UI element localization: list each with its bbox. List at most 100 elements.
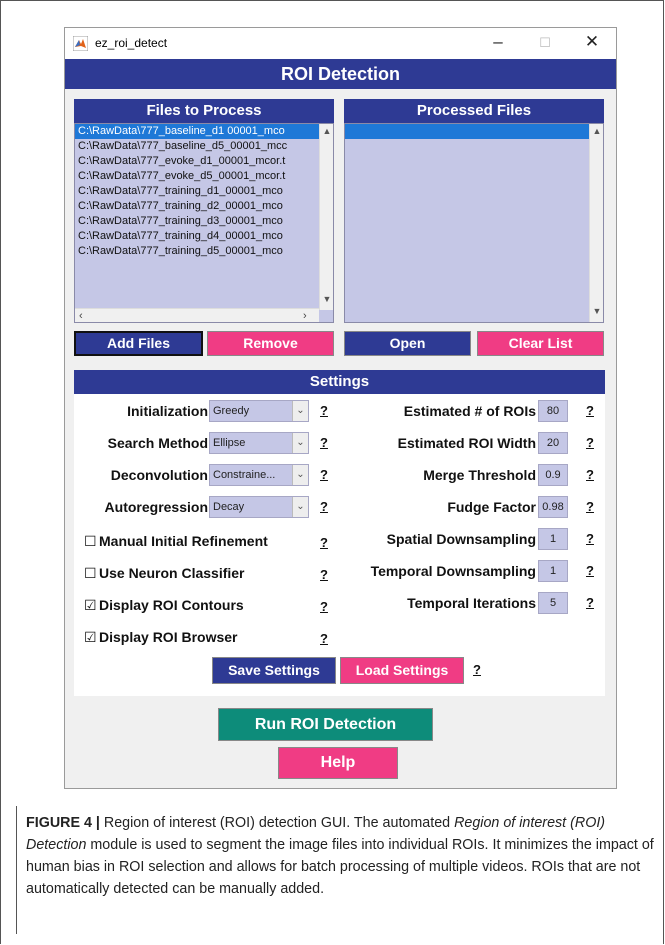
deconvolution-label: Deconvolution [110,467,208,483]
manual-initial-refinement-checkbox[interactable]: ☐ Manual Initial Refinement [84,533,268,550]
chevron-down-icon[interactable]: ⌄ [292,465,308,485]
list-item[interactable]: C:\RawData\777_baseline_d5_00001_mcc [75,139,319,154]
minimize-button[interactable]: – [483,32,513,52]
processed-vertical-scrollbar[interactable]: ▲ ▼ [589,124,603,322]
estimated-rois-input[interactable]: 80 [538,400,568,422]
list-item[interactable]: C:\RawData\777_training_d4_00001_mco [75,229,319,244]
remove-button[interactable]: Remove [207,331,334,356]
list-item[interactable]: C:\RawData\777_evoke_d5_00001_mcor.t [75,169,319,184]
checkbox-label: Display ROI Browser [99,629,238,645]
manual-refinement-help-button[interactable]: ? [317,534,331,552]
search-method-select[interactable]: Ellipse ⌄ [209,432,309,454]
temporal-iterations-help-button[interactable]: ? [583,594,597,612]
checkbox-label: Use Neuron Classifier [99,565,245,581]
settings-help-button[interactable]: ? [470,661,484,679]
chevron-down-icon[interactable]: ⌄ [292,433,308,453]
list-item[interactable]: C:\RawData\777_baseline_d1 00001_mco [75,124,319,139]
deconvolution-help-button[interactable]: ? [317,466,331,484]
files-horizontal-scrollbar[interactable]: ‹ › [75,308,319,322]
initialization-value: Greedy [213,405,250,417]
search-method-help-button[interactable]: ? [317,434,331,452]
caption-text-2: module is used to segment the image file… [26,837,654,897]
scroll-up-icon[interactable]: ▲ [320,126,333,136]
checkbox-icon[interactable]: ☑ [84,629,97,646]
settings-header: Settings [74,370,605,394]
estimated-rois-label: Estimated # of ROIs [403,403,536,419]
list-item[interactable]: C:\RawData\777_training_d1_00001_mco [75,184,319,199]
checkbox-label: Manual Initial Refinement [99,533,268,549]
list-item[interactable]: C:\RawData\777_training_d2_00001_mco [75,199,319,214]
scroll-right-icon[interactable]: › [303,309,307,322]
checkbox-icon[interactable]: ☐ [84,565,97,582]
autoregression-label: Autoregression [104,499,208,515]
temporal-downsampling-label: Temporal Downsampling [370,563,536,579]
processed-listbox[interactable]: ▲ ▼ [344,123,604,323]
list-item[interactable]: C:\RawData\777_evoke_d1_00001_mcor.t [75,154,319,169]
list-item[interactable] [345,124,589,139]
clear-list-button[interactable]: Clear List [477,331,604,356]
neuron-classifier-help-button[interactable]: ? [317,566,331,584]
run-roi-detection-button[interactable]: Run ROI Detection [218,708,433,741]
display-roi-contours-checkbox[interactable]: ☑ Display ROI Contours [84,597,244,614]
close-button[interactable]: ✕ [577,32,607,52]
fudge-factor-label: Fudge Factor [447,499,536,515]
autoregression-select[interactable]: Decay ⌄ [209,496,309,518]
search-method-value: Ellipse [213,437,246,449]
maximize-button[interactable]: ☐ [530,35,560,51]
roi-contours-help-button[interactable]: ? [317,598,331,616]
search-method-label: Search Method [107,435,208,451]
figure-label: FIGURE 4 | [26,815,104,831]
help-button[interactable]: Help [278,747,398,779]
files-listbox[interactable]: C:\RawData\777_baseline_d1 00001_mco C:\R… [74,123,334,323]
display-roi-browser-checkbox[interactable]: ☑ Display ROI Browser [84,629,238,646]
files-panel-header: Files to Process [74,99,334,123]
temporal-downsampling-help-button[interactable]: ? [583,562,597,580]
files-vertical-scrollbar[interactable]: ▲ ▼ [319,124,333,310]
autoregression-help-button[interactable]: ? [317,498,331,516]
roi-browser-help-button[interactable]: ? [317,630,331,648]
scroll-down-icon[interactable]: ▼ [590,306,603,316]
spatial-downsampling-label: Spatial Downsampling [386,531,536,547]
spatial-downsampling-help-button[interactable]: ? [583,530,597,548]
merge-threshold-label: Merge Threshold [423,467,536,483]
chevron-down-icon[interactable]: ⌄ [292,401,308,421]
window-title: ez_roi_detect [95,36,168,50]
estimated-roi-width-input[interactable]: 20 [538,432,568,454]
list-item[interactable]: C:\RawData\777_training_d5_00001_mco [75,244,319,259]
autoregression-value: Decay [213,501,245,513]
roi-width-help-button[interactable]: ? [583,434,597,452]
initialization-help-button[interactable]: ? [317,402,331,420]
estimated-rois-help-button[interactable]: ? [583,402,597,420]
merge-threshold-input[interactable]: 0.9 [538,464,568,486]
caption-text-1: Region of interest (ROI) detection GUI. … [103,815,455,831]
use-neuron-classifier-checkbox[interactable]: ☐ Use Neuron Classifier [84,565,245,582]
list-item[interactable]: C:\RawData\777_training_d3_00001_mco [75,214,319,229]
settings-panel: Settings Initialization Greedy ⌄ ? Searc… [74,370,605,696]
spatial-downsampling-input[interactable]: 1 [538,528,568,550]
initialization-select[interactable]: Greedy ⌄ [209,400,309,422]
fudge-factor-input[interactable]: 0.98 [538,496,568,518]
main-header: ROI Detection [65,59,616,89]
temporal-downsampling-input[interactable]: 1 [538,560,568,582]
add-files-button[interactable]: Add Files [74,331,203,356]
processed-panel-header: Processed Files [344,99,604,123]
figure-caption: FIGURE 4 | Region of interest (ROI) dete… [26,812,656,900]
checkbox-label: Display ROI Contours [99,597,244,613]
merge-threshold-help-button[interactable]: ? [583,466,597,484]
save-settings-button[interactable]: Save Settings [212,657,336,684]
matlab-icon [73,36,88,51]
temporal-iterations-input[interactable]: 5 [538,592,568,614]
app-window: ez_roi_detect – ☐ ✕ ROI Detection Files … [64,27,617,789]
initialization-label: Initialization [127,403,208,419]
fudge-factor-help-button[interactable]: ? [583,498,597,516]
scroll-down-icon[interactable]: ▼ [320,294,333,304]
open-button[interactable]: Open [344,331,471,356]
scroll-left-icon[interactable]: ‹ [79,309,83,322]
chevron-down-icon[interactable]: ⌄ [292,497,308,517]
load-settings-button[interactable]: Load Settings [340,657,464,684]
checkbox-icon[interactable]: ☑ [84,597,97,614]
scroll-up-icon[interactable]: ▲ [590,126,603,136]
checkbox-icon[interactable]: ☐ [84,533,97,550]
deconvolution-select[interactable]: Constraine... ⌄ [209,464,309,486]
title-bar: ez_roi_detect – ☐ ✕ [65,28,616,59]
